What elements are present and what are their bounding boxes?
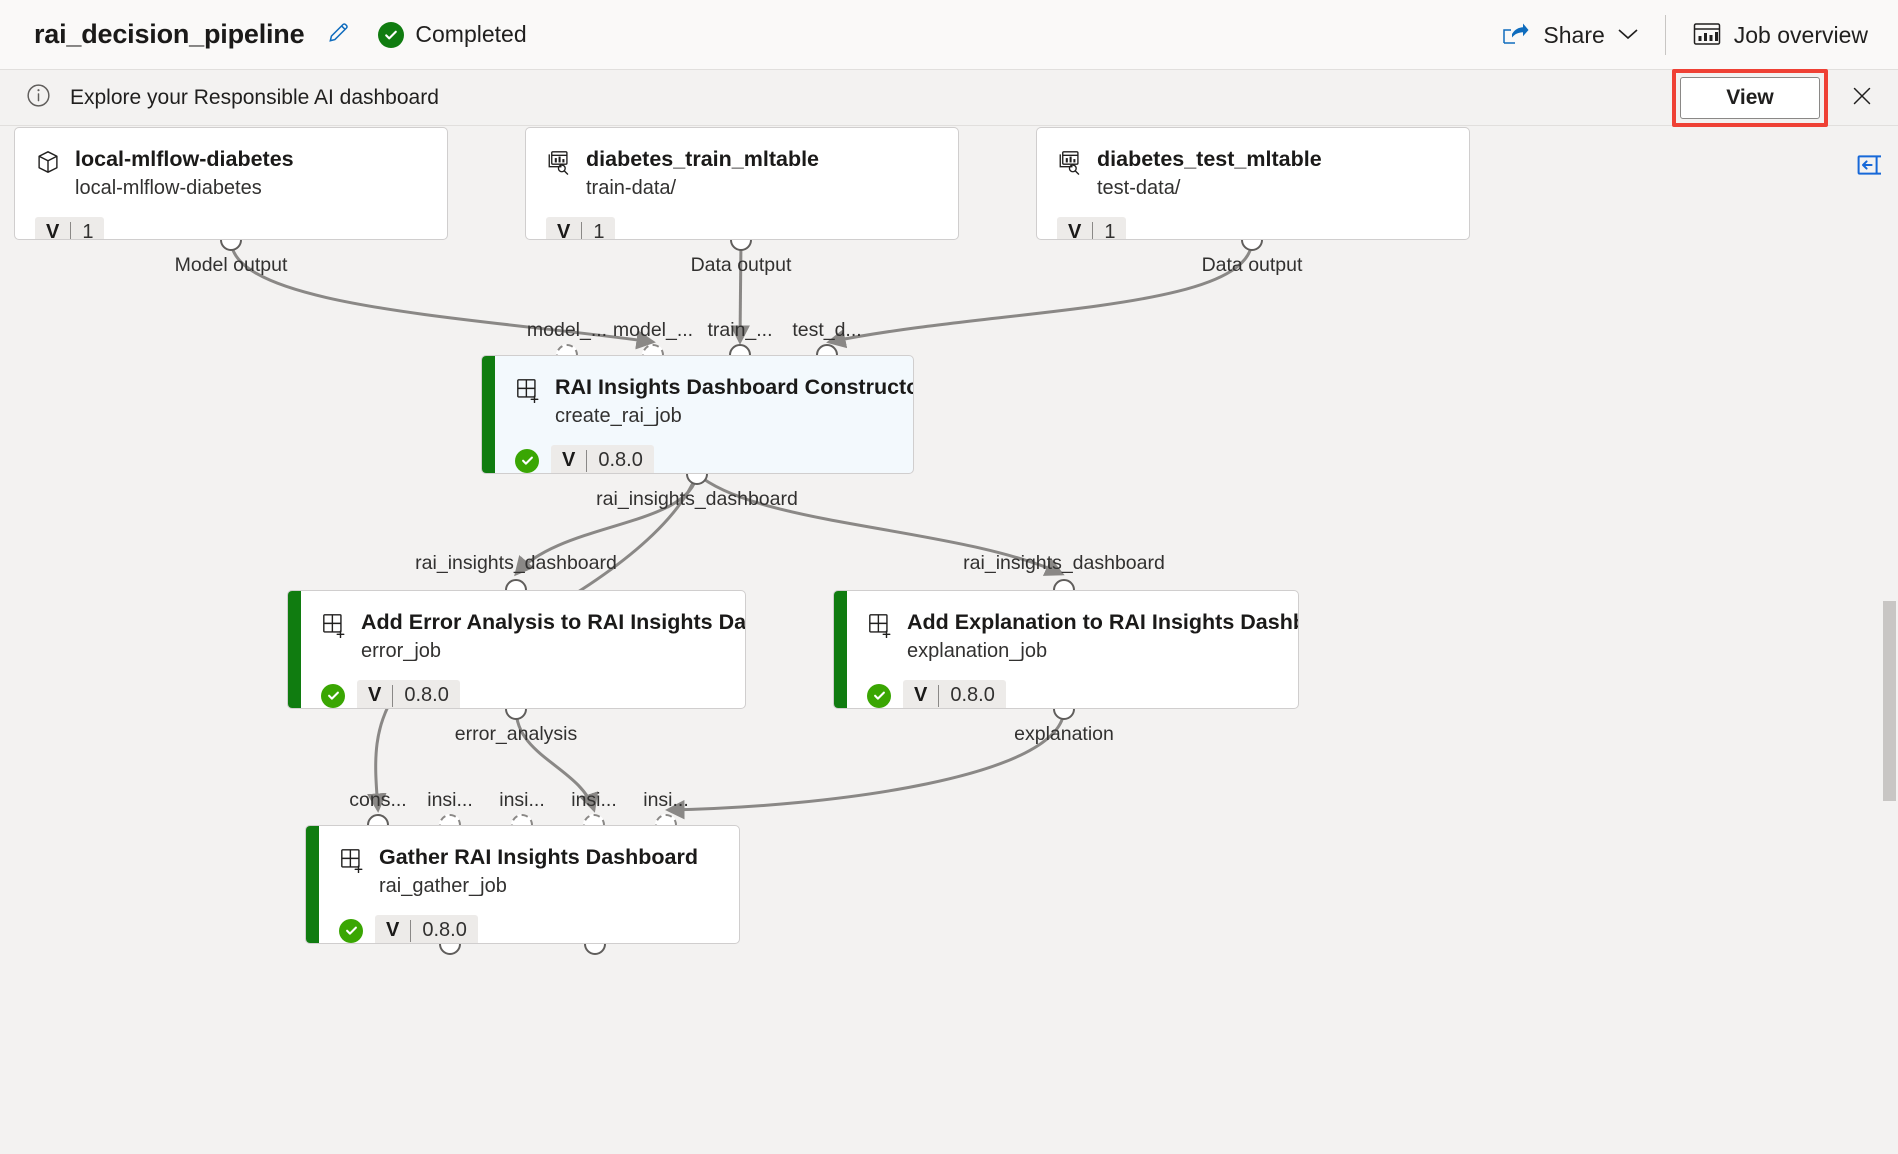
graph-node-explanation_job[interactable]: Add Explanation to RAI Insights Dashboar… <box>833 590 1299 709</box>
version-value: 0.8.0 <box>404 684 449 707</box>
dashboard-add-icon <box>339 847 365 878</box>
graph-node-diabetes_test_mltable[interactable]: diabetes_test_mltable test-data/V 1 <box>1036 127 1470 240</box>
version-label: V <box>557 221 571 240</box>
node-title: local-mlflow-diabetes <box>75 147 294 171</box>
node-footer: V 0.8.0 <box>495 429 913 473</box>
node-title: Gather RAI Insights Dashboard <box>379 845 698 869</box>
cube-model-icon <box>35 149 61 180</box>
node-version-badge: V1 <box>35 216 105 240</box>
node-subtitle: test-data/ <box>1097 176 1181 199</box>
close-icon <box>1850 84 1874 113</box>
node-header: diabetes_test_mltable test-data/ <box>1037 128 1469 201</box>
data-table-search-icon <box>1057 149 1083 180</box>
top-command-bar-actions: Share Job overview <box>1485 0 1898 70</box>
scrollbar-thumb[interactable] <box>1883 601 1896 801</box>
node-footer: V 0.8.0 <box>301 664 745 708</box>
share-button[interactable]: Share <box>1485 0 1654 70</box>
version-label: V <box>386 919 400 942</box>
top-command-bar: rai_decision_pipeline Completed Share Jo… <box>0 0 1898 70</box>
graph-node-rai_gather_job[interactable]: Gather RAI Insights Dashboard rai_gather_… <box>305 825 740 944</box>
node-footer: V 0.8.0 <box>847 664 1298 708</box>
version-value: 0.8.0 <box>422 919 467 942</box>
node-header: Add Explanation to RAI Insights Dashboar… <box>847 591 1298 664</box>
message-bar: Explore your Responsible AI dashboard Vi… <box>0 69 1898 127</box>
checkmark-circle-icon <box>515 448 539 473</box>
node-version-badge: V 0.8.0 <box>903 679 1006 708</box>
node-footer: V1 <box>1037 201 1469 240</box>
node-version-badge: V1 <box>1057 216 1127 240</box>
share-icon <box>1501 21 1531 50</box>
node-subtitle: error_job <box>361 639 442 662</box>
node-title: Add Error Analysis to RAI Insights Dashb… <box>361 610 746 634</box>
page-title: rai_decision_pipeline <box>34 19 305 49</box>
chevron-down-icon <box>1617 27 1639 44</box>
dashboard-add-icon <box>515 377 541 408</box>
node-status-bar <box>482 356 495 473</box>
graph-node-error_job[interactable]: Add Error Analysis to RAI Insights Dashb… <box>287 590 746 709</box>
node-footer: V1 <box>15 201 447 240</box>
node-version-badge: V 0.8.0 <box>375 914 478 943</box>
checkmark-circle-icon <box>867 683 891 708</box>
edit-title-button[interactable] <box>326 19 352 50</box>
node-subtitle: local-mlflow-diabetes <box>75 176 262 199</box>
version-label: V <box>914 684 928 707</box>
graph-node-create_rai_job[interactable]: RAI Insights Dashboard Constructor create… <box>481 355 914 474</box>
job-overview-label: Job overview <box>1733 21 1868 48</box>
message-bar-actions: View <box>1672 69 1898 127</box>
version-value: 1 <box>593 221 605 240</box>
node-header: diabetes_train_mltable train-data/ <box>526 128 958 201</box>
node-version-badge: V1 <box>546 216 616 240</box>
info-circle-icon <box>25 82 52 114</box>
dashboard-add-icon <box>321 612 347 643</box>
dismiss-message-bar-button[interactable] <box>1838 74 1886 122</box>
node-header: Add Error Analysis to RAI Insights Dashb… <box>301 591 745 664</box>
node-status-bar <box>306 826 319 943</box>
node-subtitle: create_rai_job <box>555 404 682 427</box>
node-subtitle: explanation_job <box>907 639 1048 662</box>
node-title: diabetes_train_mltable <box>586 147 820 171</box>
checkmark-circle-icon <box>321 683 345 708</box>
node-subtitle: rai_gather_job <box>379 874 507 897</box>
node-title: Add Explanation to RAI Insights Dashboar… <box>907 610 1298 634</box>
version-label: V <box>1068 221 1082 240</box>
status-label: Completed <box>415 21 527 47</box>
version-value: 0.8.0 <box>950 684 995 707</box>
version-label: V <box>368 684 382 707</box>
node-title: diabetes_test_mltable <box>1097 147 1322 171</box>
version-value: 1 <box>1104 221 1116 240</box>
node-footer: V 0.8.0 <box>319 899 739 943</box>
data-table-search-icon <box>546 149 572 180</box>
node-title: RAI Insights Dashboard Constructor <box>555 375 914 399</box>
share-label: Share <box>1543 21 1605 48</box>
chart-report-icon <box>1692 21 1722 50</box>
dashboard-add-icon <box>867 612 893 643</box>
node-version-badge: V 0.8.0 <box>551 444 654 473</box>
job-overview-button[interactable]: Job overview <box>1676 0 1884 70</box>
view-button-highlight: View <box>1672 69 1828 127</box>
node-version-badge: V 0.8.0 <box>357 679 460 708</box>
version-value: 1 <box>82 221 94 240</box>
node-subtitle: train-data/ <box>586 176 677 199</box>
node-header: RAI Insights Dashboard Constructor create… <box>495 356 913 429</box>
version-label: V <box>562 449 576 472</box>
graph-node-diabetes_train_mltable[interactable]: diabetes_train_mltable train-data/V 1 <box>525 127 959 240</box>
node-footer: V1 <box>526 201 958 240</box>
status-badge: Completed <box>378 21 527 48</box>
graph-node-local-mlflow-diabetes[interactable]: local-mlflow-diabetes local-mlflow-diabet… <box>14 127 448 240</box>
node-header: local-mlflow-diabetes local-mlflow-diabet… <box>15 128 447 201</box>
node-header: Gather RAI Insights Dashboard rai_gather_… <box>319 826 739 899</box>
version-value: 0.8.0 <box>598 449 643 472</box>
view-button[interactable]: View <box>1680 77 1820 119</box>
message-bar-text: Explore your Responsible AI dashboard <box>70 85 439 109</box>
node-status-bar <box>834 591 847 708</box>
pencil-icon <box>326 19 352 50</box>
toolbar-divider <box>1664 15 1666 55</box>
version-label: V <box>46 221 60 240</box>
node-status-bar <box>288 591 301 708</box>
canvas-vertical-scrollbar[interactable] <box>1881 127 1898 1154</box>
checkmark-circle-icon <box>378 21 405 48</box>
pipeline-graph-canvas[interactable]: Model output local-mlflow-diabetes local-m… <box>0 127 1898 1154</box>
checkmark-circle-icon <box>339 918 363 943</box>
